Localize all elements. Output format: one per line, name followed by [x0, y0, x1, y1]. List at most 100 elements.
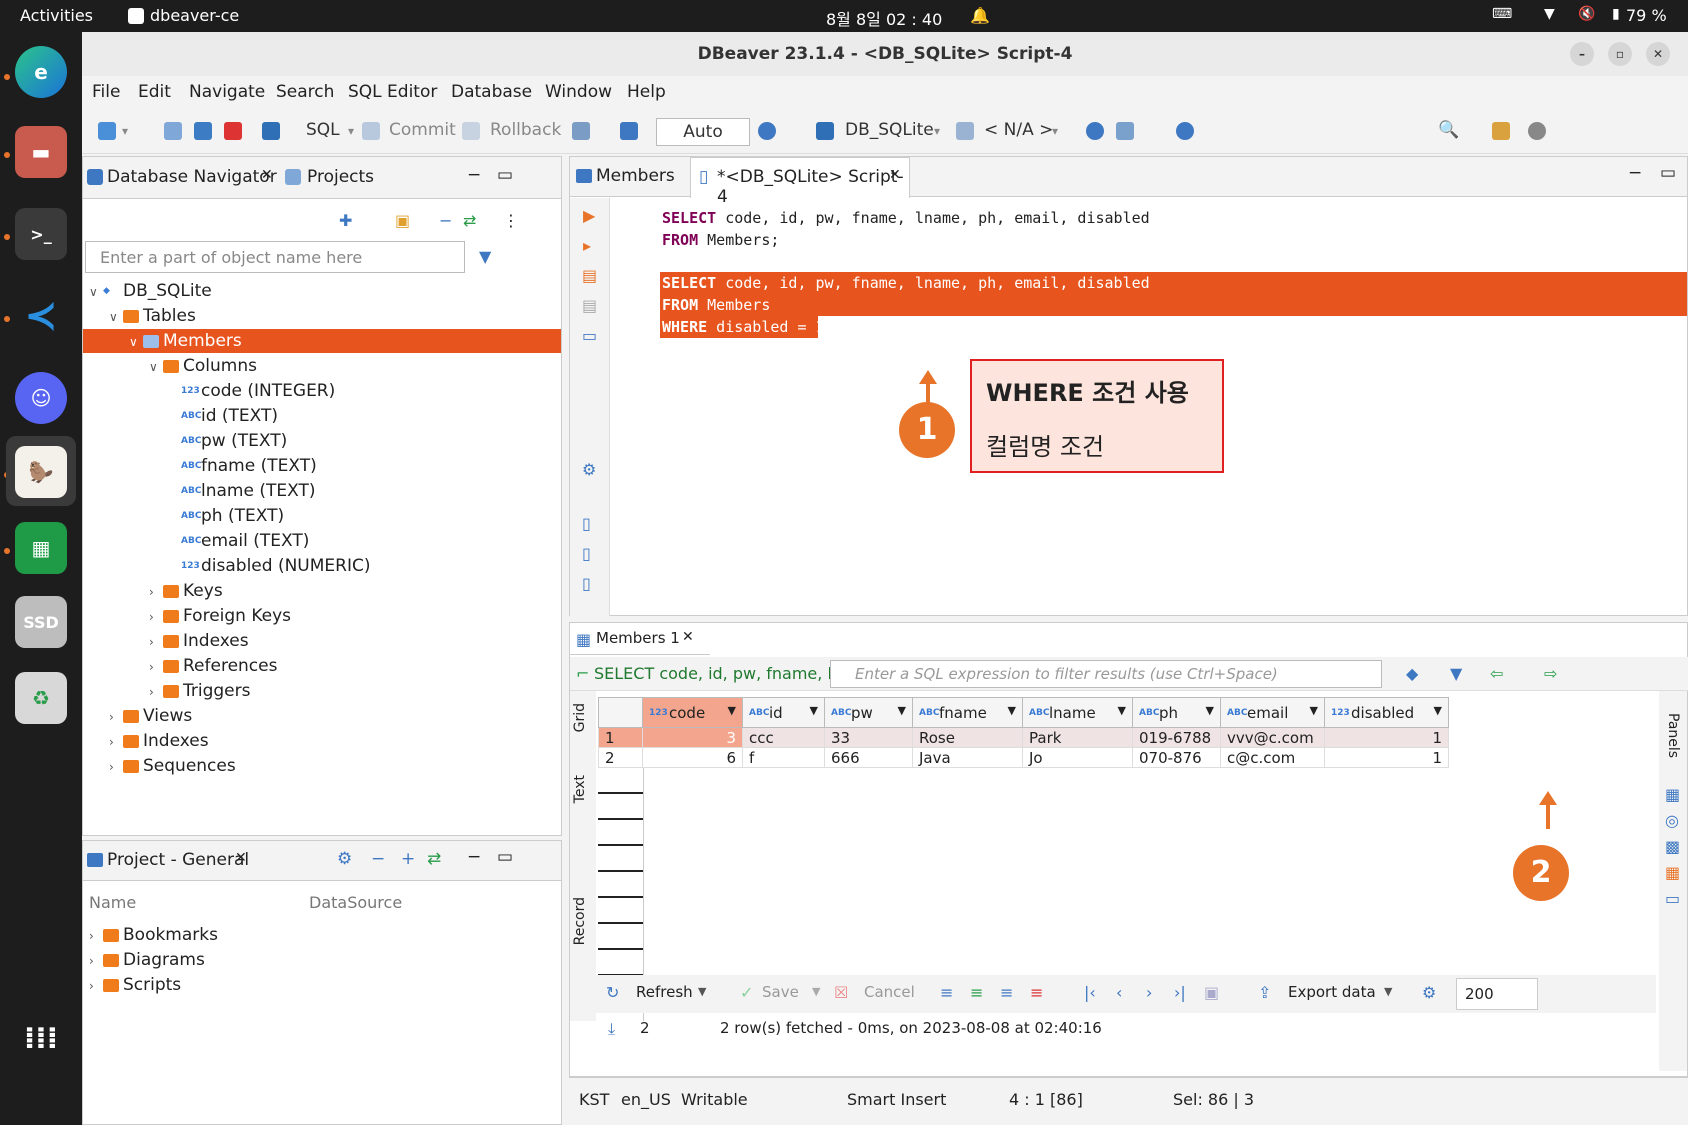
row-number[interactable]: 1: [598, 727, 643, 748]
tree-columns[interactable]: ∨ Columns: [149, 354, 257, 378]
disconnect-icon[interactable]: [224, 122, 242, 140]
chevron-right-icon[interactable]: ›: [109, 755, 123, 779]
cell-code[interactable]: 6: [642, 747, 743, 768]
first-page-icon[interactable]: |‹: [1084, 983, 1096, 1002]
maximize-panel-icon[interactable]: ▭: [497, 847, 513, 867]
execute-script-tabs-icon[interactable]: ▤: [582, 296, 597, 315]
cell-pw[interactable]: 666: [824, 747, 913, 768]
terminal-icon[interactable]: >_: [15, 208, 67, 260]
auto-commit-field[interactable]: Auto: [656, 118, 750, 146]
tree-column-item[interactable]: 123disabled (NUMERIC): [181, 554, 371, 578]
chevron-right-icon[interactable]: ›: [89, 949, 103, 973]
chevron-down-icon[interactable]: ▼: [1206, 704, 1214, 717]
fetch-all-icon[interactable]: ▣: [1204, 983, 1219, 1002]
tree-db-sqlite[interactable]: ∨ ◆ DB_SQLite: [89, 279, 212, 303]
dashboard-icon[interactable]: [1086, 122, 1104, 140]
chevron-down-icon[interactable]: ▼: [812, 985, 820, 998]
tree-indexes[interactable]: › Indexes: [149, 629, 249, 653]
chevron-down-icon[interactable]: ∨: [149, 355, 163, 379]
chevron-down-icon[interactable]: ▼: [1384, 985, 1392, 998]
tree-foreign-keys[interactable]: › Foreign Keys: [149, 604, 291, 628]
column-header-ph[interactable]: ABCph ▼: [1132, 697, 1221, 728]
column-header-email[interactable]: ABCemail ▼: [1220, 697, 1325, 728]
discord-icon[interactable]: ☺: [15, 372, 67, 424]
wifi-icon[interactable]: ▼: [1544, 6, 1555, 22]
add-icon[interactable]: +: [401, 849, 415, 869]
cell-fname[interactable]: Java: [912, 747, 1023, 768]
menu-search[interactable]: Search: [276, 82, 334, 102]
load-script-icon[interactable]: ▯: [582, 544, 591, 563]
cell-pw[interactable]: 33: [824, 727, 913, 748]
chevron-down-icon[interactable]: ∨: [129, 330, 143, 354]
app-name[interactable]: dbeaver-ce: [150, 6, 239, 25]
chevron-down-icon[interactable]: ▼: [1118, 704, 1126, 717]
panel-icon[interactable]: ▦: [1665, 785, 1680, 804]
column-header-lname[interactable]: ABClname ▼: [1022, 697, 1133, 728]
chevron-down-icon[interactable]: ▼: [1434, 704, 1442, 717]
column-header-code[interactable]: 123code ▼: [642, 697, 743, 728]
tree-column-item[interactable]: ABCpw (TEXT): [181, 429, 287, 453]
panel-icon[interactable]: ◎: [1665, 811, 1679, 830]
chevron-right-icon[interactable]: ›: [149, 580, 163, 604]
minimize-panel-icon[interactable]: −: [1628, 163, 1642, 183]
perspective-icon[interactable]: [1492, 122, 1510, 140]
datasource-selector[interactable]: DB_SQLite: [845, 120, 934, 140]
menu-file[interactable]: File: [92, 82, 120, 102]
sql-editor-icon[interactable]: [262, 122, 280, 140]
cell-fname[interactable]: Rose: [912, 727, 1023, 748]
chevron-right-icon[interactable]: ›: [109, 705, 123, 729]
clock[interactable]: 8월 8일 02 : 40: [826, 6, 942, 30]
rollback-button[interactable]: Rollback: [490, 120, 561, 140]
save-button[interactable]: Save: [762, 983, 799, 1001]
dbeaver-icon[interactable]: 🦫: [15, 446, 67, 498]
battery-icon[interactable]: ▮: [1612, 6, 1620, 22]
table-row[interactable]: 1 3 ccc 33 Rose Park 019-6788 vvv@c.com …: [598, 727, 1449, 748]
gear-icon[interactable]: ⚙: [337, 849, 352, 869]
collapse-icon[interactable]: −: [371, 849, 385, 869]
cell-email[interactable]: vvv@c.com: [1220, 727, 1325, 748]
tree-column-item[interactable]: ABCph (TEXT): [181, 504, 284, 528]
chevron-right-icon[interactable]: ›: [149, 680, 163, 704]
export-data-button[interactable]: Export data: [1288, 983, 1376, 1001]
new-connection-icon[interactable]: ✚: [339, 211, 352, 230]
edit-cell-icon[interactable]: ≡: [940, 983, 953, 1002]
chevron-down-icon[interactable]: ▾: [934, 124, 940, 138]
search-tool-icon[interactable]: [1176, 122, 1194, 140]
reconnect-icon[interactable]: [194, 122, 212, 140]
calc-spreadsheet-icon[interactable]: ▦: [15, 522, 67, 574]
delete-row-icon[interactable]: ≡: [1030, 983, 1043, 1002]
code-line-selected[interactable]: SELECT code, id, pw, fname, lname, ph, e…: [662, 272, 1150, 294]
collapse-all-icon[interactable]: −: [439, 211, 452, 230]
project-item-bookmarks[interactable]: › Bookmarks: [89, 923, 218, 947]
filter-icon[interactable]: ▼: [479, 247, 491, 266]
tree-views[interactable]: › Views: [109, 704, 192, 728]
variables-icon[interactable]: ▯: [582, 574, 591, 593]
chevron-down-icon[interactable]: ▼: [698, 985, 706, 998]
chevron-right-icon[interactable]: ›: [149, 630, 163, 654]
avatar[interactable]: [1528, 122, 1546, 140]
execute-new-tab-icon[interactable]: ▸: [583, 236, 591, 255]
project-item-scripts[interactable]: › Scripts: [89, 973, 181, 997]
maximize-panel-icon[interactable]: ▭: [497, 165, 513, 185]
record-view-tab[interactable]: Record: [572, 897, 588, 945]
tab-projects[interactable]: Projects: [307, 167, 374, 187]
close-icon[interactable]: ✕: [889, 167, 901, 183]
close-button[interactable]: ✕: [1646, 42, 1670, 66]
cell-lname[interactable]: Park: [1022, 727, 1133, 748]
column-header-pw[interactable]: ABCpw ▼: [824, 697, 913, 728]
tab-database-navigator[interactable]: Database Navigator: [107, 167, 277, 187]
tree-column-item[interactable]: 123code (INTEGER): [181, 379, 335, 403]
lock-icon[interactable]: [620, 122, 638, 140]
code-line[interactable]: FROM Members;: [662, 229, 779, 251]
code-line-selected[interactable]: FROM Members: [662, 294, 770, 316]
chevron-down-icon[interactable]: ▼: [728, 704, 736, 717]
maximize-panel-icon[interactable]: ▭: [1660, 163, 1676, 183]
tree-column-item[interactable]: ABCemail (TEXT): [181, 529, 309, 553]
cancel-button[interactable]: Cancel: [864, 983, 915, 1001]
cell-ph[interactable]: 019-6788: [1132, 727, 1221, 748]
chevron-right-icon[interactable]: ›: [149, 605, 163, 629]
minimize-panel-icon[interactable]: −: [467, 165, 481, 185]
chevron-down-icon[interactable]: ▼: [898, 704, 906, 717]
row-number[interactable]: 2: [598, 747, 643, 768]
keyboard-icon[interactable]: ⌨: [1492, 6, 1512, 22]
